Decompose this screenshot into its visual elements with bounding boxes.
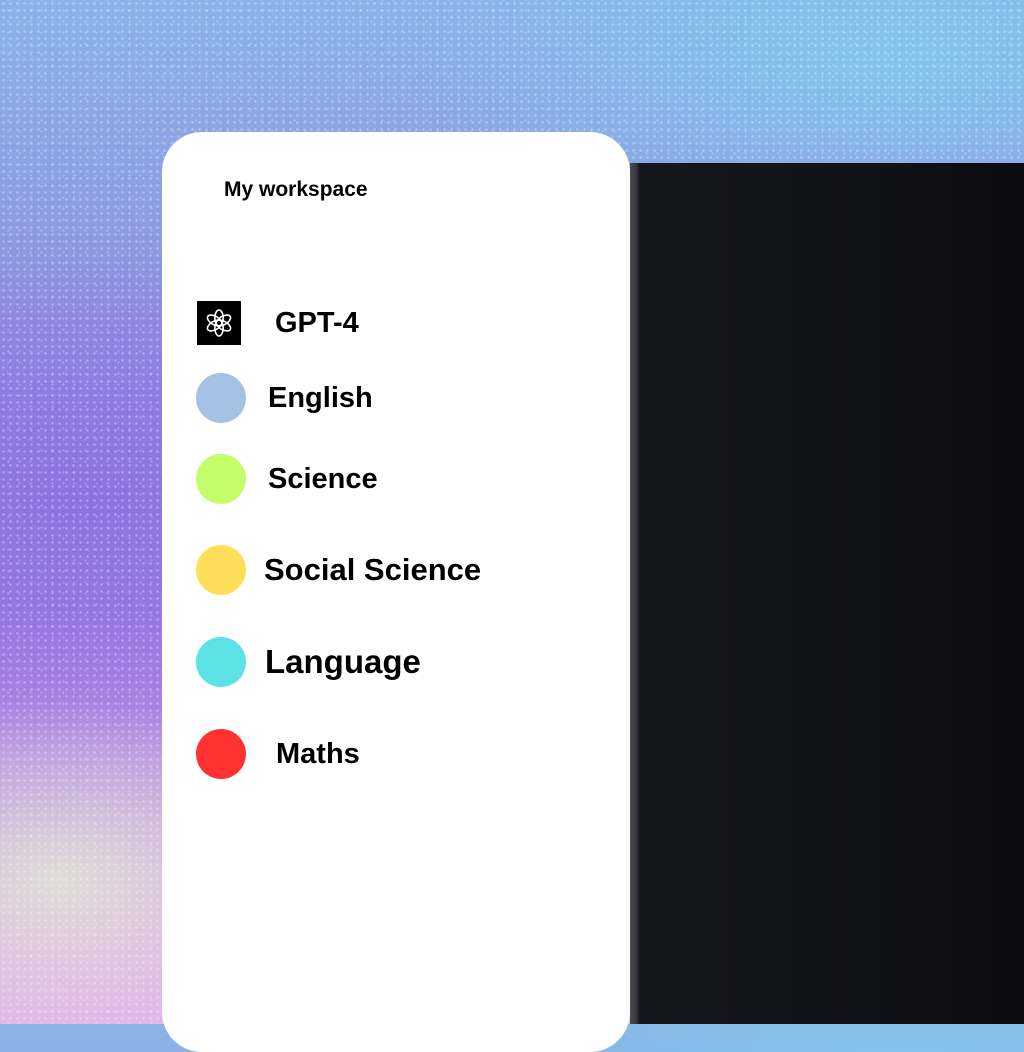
sidebar-item-science[interactable]: Science bbox=[196, 454, 378, 504]
workspace-sidebar: My workspace GPT-4 English Science Socia… bbox=[162, 132, 630, 1052]
english-dot-icon bbox=[196, 373, 246, 423]
maths-dot-icon bbox=[196, 729, 246, 779]
sidebar-item-label: Social Science bbox=[264, 552, 482, 587]
sidebar-item-english[interactable]: English bbox=[196, 373, 373, 423]
sidebar-item-label: Science bbox=[268, 462, 378, 495]
openai-logo-icon bbox=[197, 301, 241, 345]
sidebar-item-label: English bbox=[268, 381, 373, 414]
sidebar-item-maths[interactable]: Maths bbox=[196, 729, 360, 779]
language-dot-icon bbox=[196, 637, 246, 687]
sidebar-item-language[interactable]: Language bbox=[196, 637, 421, 687]
sidebar-item-label: Language bbox=[265, 643, 421, 680]
workspace-title: My workspace bbox=[224, 178, 368, 201]
sidebar-item-social-science[interactable]: Social Science bbox=[196, 545, 481, 595]
sidebar-item-label: Maths bbox=[276, 737, 360, 770]
social-science-dot-icon bbox=[196, 545, 246, 595]
sidebar-item-label: GPT-4 bbox=[275, 306, 359, 339]
chat-panel bbox=[630, 163, 1024, 1024]
sidebar-item-gpt-4[interactable]: GPT-4 bbox=[196, 298, 359, 348]
science-dot-icon bbox=[196, 454, 246, 504]
